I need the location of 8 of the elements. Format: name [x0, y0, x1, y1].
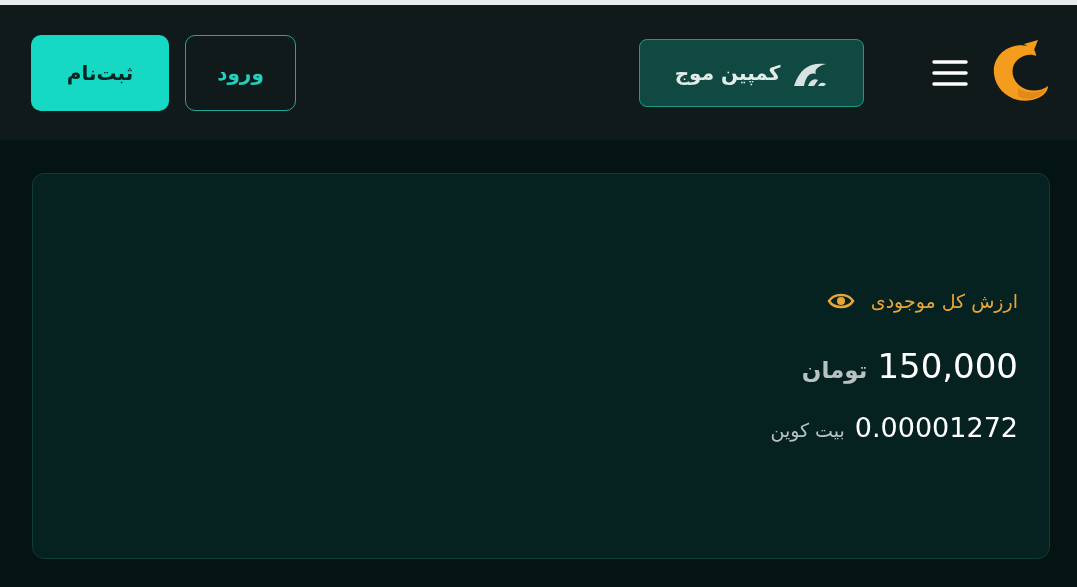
currency-unit: تومان: [801, 356, 868, 383]
campaign-button[interactable]: کمپین موج: [639, 38, 864, 107]
balance-amount: 150,000: [877, 345, 1018, 386]
signup-button[interactable]: ثبت‌نام: [31, 34, 169, 111]
crypto-amount: 0.00001272: [854, 411, 1018, 443]
balance-label: ارزش کل موجودی: [870, 289, 1018, 312]
login-button[interactable]: ورود: [185, 34, 296, 111]
crypto-unit: بیت کوین: [770, 418, 845, 441]
